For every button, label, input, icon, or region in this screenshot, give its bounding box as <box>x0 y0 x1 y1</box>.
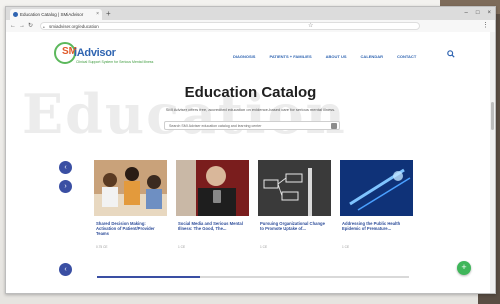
browser-window: Education Catalog | SMiAdvisor × + – □ ×… <box>5 6 496 294</box>
course-card[interactable]: Addressing the Public Health Epidemic of… <box>340 160 413 255</box>
tab-education-catalog[interactable]: Education Catalog | SMiAdvisor × <box>10 9 102 20</box>
forward-button[interactable]: → <box>19 21 25 31</box>
lock-icon: • <box>43 25 45 31</box>
course-title[interactable]: Addressing the Public Health Epidemic of… <box>342 221 412 231</box>
url-text: smiadviser.org/education <box>49 24 99 29</box>
course-thumbnail-chalkboard <box>258 160 331 216</box>
course-meta: 0.75 CE <box>96 245 108 249</box>
page-scrollbar[interactable] <box>490 32 495 293</box>
tab-close-icon[interactable]: × <box>96 9 99 20</box>
page-title: Education Catalog <box>184 84 317 101</box>
new-tab-button[interactable]: + <box>106 8 111 19</box>
site-favicon-icon <box>13 12 18 17</box>
main-content: Education Education Catalog SMI Adviser … <box>6 72 495 293</box>
course-title[interactable]: Social Media and Serious Mental Illness:… <box>178 221 248 231</box>
back-button[interactable]: ← <box>10 21 16 31</box>
window-controls: – □ × <box>465 7 491 20</box>
course-thumbnail-phone-user <box>176 160 249 216</box>
nav-patients-families[interactable]: PATIENTS + FAMILIES <box>269 54 311 59</box>
catalog-search-input[interactable]: Search SMI Adviser education catalog and… <box>164 121 340 130</box>
nav-diagnosis[interactable]: DIAGNOSIS <box>233 54 255 59</box>
smi-adviser-logo[interactable]: SM iAdvisor Clinical Support System for … <box>54 40 153 66</box>
nav-calendar[interactable]: CALENDAR <box>361 54 383 59</box>
bookmark-star-icon[interactable]: ☆ <box>308 21 313 31</box>
nav-about-us[interactable]: ABOUT US <box>326 54 347 59</box>
course-title[interactable]: Shared Decision Making: Activation of Pa… <box>96 221 166 237</box>
carousel-next-button[interactable]: › <box>59 180 72 193</box>
page-subtitle: SMI Adviser offers free, accredited educ… <box>165 107 336 112</box>
course-thumbnail-digital-alert <box>340 160 413 216</box>
search-icon[interactable] <box>447 50 455 58</box>
course-card[interactable]: Pursuing Organizational Change to Promot… <box>258 160 331 255</box>
course-meta: 1 CE <box>260 245 268 249</box>
url-input[interactable]: • smiadviser.org/education <box>40 22 420 31</box>
logo-tagline: Clinical Support System for Serious Ment… <box>76 60 154 64</box>
close-window-button[interactable]: × <box>487 7 491 20</box>
course-title[interactable]: Pursuing Organizational Change to Promot… <box>260 221 330 231</box>
course-meta: 1 CE <box>342 245 350 249</box>
site-nav: DIAGNOSIS PATIENTS + FAMILIES ABOUT US C… <box>233 54 416 59</box>
scrollbar-thumb[interactable] <box>491 102 494 130</box>
reload-button[interactable]: ↻ <box>28 21 33 31</box>
search-placeholder: Search SMI Adviser education catalog and… <box>169 124 262 128</box>
search-submit-icon[interactable] <box>331 123 337 129</box>
carousel-progress-track[interactable] <box>97 276 409 278</box>
course-thumbnail-group-meeting <box>94 160 167 216</box>
course-card[interactable]: Shared Decision Making: Activation of Pa… <box>94 160 167 255</box>
floating-action-button[interactable]: + <box>457 261 471 275</box>
minimize-button[interactable]: – <box>465 7 468 20</box>
tab-bar: Education Catalog | SMiAdvisor × + – □ × <box>6 7 495 20</box>
carousel-progress-fill <box>97 276 200 278</box>
carousel-prev-button[interactable]: ‹ <box>59 161 72 174</box>
course-meta: 1 CE <box>178 245 186 249</box>
logo-name: iAdvisor <box>74 47 116 59</box>
nav-contact[interactable]: CONTACT <box>397 54 416 59</box>
maximize-button[interactable]: □ <box>476 7 480 20</box>
tab-title: Education Catalog | SMiAdvisor <box>20 12 84 17</box>
carousel-back-button[interactable]: ‹ <box>59 263 72 276</box>
browser-menu-icon[interactable]: ⋮ <box>482 21 489 31</box>
site-header: SM iAdvisor Clinical Support System for … <box>6 32 495 72</box>
course-card[interactable]: Social Media and Serious Mental Illness:… <box>176 160 249 255</box>
